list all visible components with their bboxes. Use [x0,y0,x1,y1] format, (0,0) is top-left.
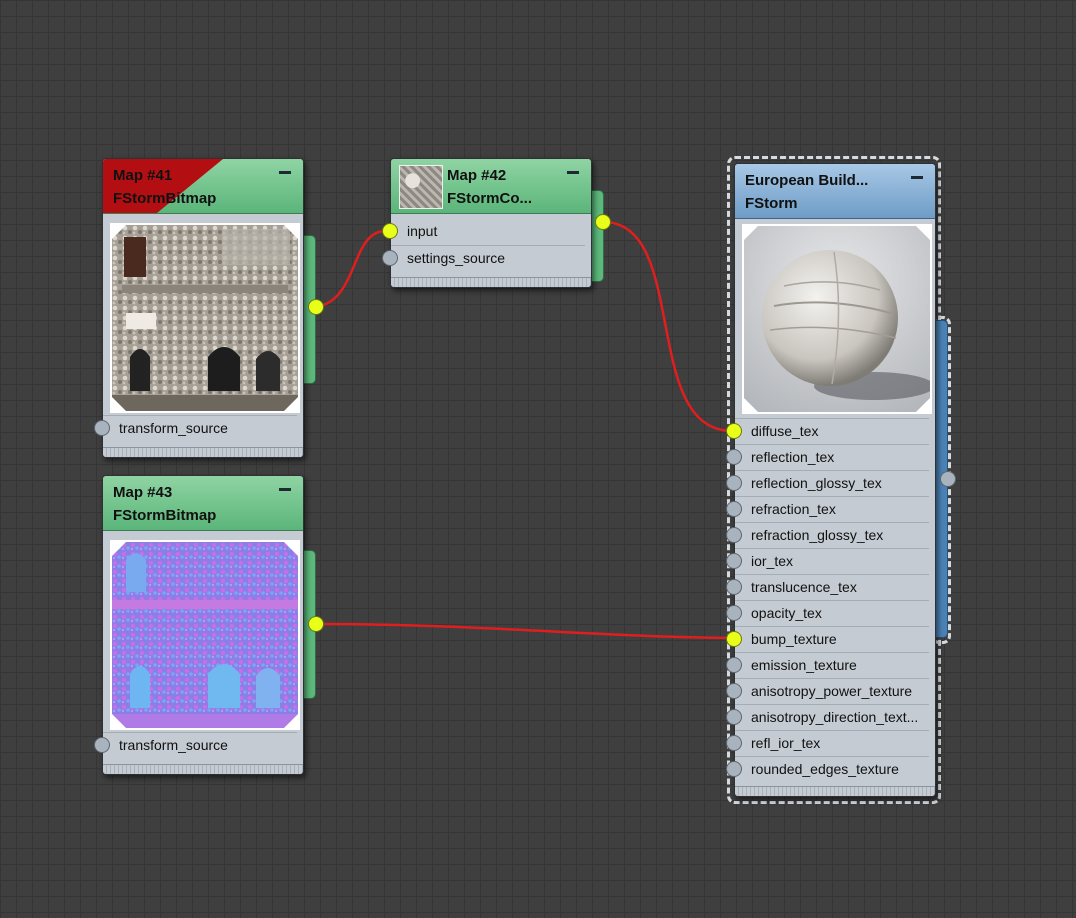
node-material[interactable]: European Build... FStorm diffuse_tex ref… [726,163,936,797]
socket-icon[interactable] [726,735,742,751]
port-label: reflection_tex [751,449,835,465]
minimize-icon[interactable] [279,488,291,491]
socket-icon[interactable] [726,475,742,491]
port-label: refraction_glossy_tex [751,527,884,543]
port-label: emission_texture [751,657,857,673]
port-label: anisotropy_direction_text... [751,709,919,725]
node-map43[interactable]: Map #43 FStormBitmap transform_source [94,475,304,775]
port-label: refl_ior_tex [751,735,821,751]
socket-icon[interactable] [726,527,742,543]
map43-subtitle: FStormBitmap [113,507,217,524]
map42-thumbnail [399,165,443,209]
map43-header[interactable]: Map #43 FStormBitmap [103,476,303,531]
minimize-icon[interactable] [567,171,579,174]
port-label: translucence_tex [751,579,857,595]
socket-icon[interactable] [726,709,742,725]
map41-output-socket-icon[interactable] [308,299,324,315]
socket-icon[interactable] [94,737,110,753]
port-row: anisotropy_power_texture [726,678,929,704]
port-row: input [382,219,585,244]
port-row: reflection_tex [726,444,929,470]
port-label: refraction_tex [751,501,836,517]
socket-icon[interactable] [726,657,742,673]
port-row: emission_texture [726,652,929,678]
socket-icon[interactable] [726,449,742,465]
port-label: rounded_edges_texture [751,761,899,777]
port-label: ior_tex [751,553,794,569]
minimize-icon[interactable] [911,176,923,179]
map41-preview [110,223,300,413]
wire-map41-to-map42[interactable] [315,229,389,309]
map41-title: Map #41 [113,167,173,184]
socket-icon[interactable] [726,423,742,439]
port-row: reflection_glossy_tex [726,470,929,496]
port-label: input [407,223,438,239]
map43-preview [110,540,300,730]
material-header[interactable]: European Build... FStorm [735,164,935,219]
map42-title: Map #42 [447,167,507,184]
port-label: transform_source [119,420,228,436]
map42-output-socket-icon[interactable] [595,214,611,230]
port-row: transform_source [94,415,297,441]
port-label: reflection_glossy_tex [751,475,882,491]
port-row: ior_tex [726,548,929,574]
map41-header[interactable]: Map #41 FStormBitmap [103,159,303,214]
node-map42[interactable]: Map #42 FStormCo... input settings_sourc… [382,158,592,288]
port-label: diffuse_tex [751,423,819,439]
port-label: transform_source [119,737,228,753]
socket-icon[interactable] [726,631,742,647]
port-row: refl_ior_tex [726,730,929,756]
wire-map42-to-diffuse[interactable] [602,220,733,433]
node-footer [103,764,303,774]
node-footer [391,277,591,287]
socket-icon[interactable] [382,223,398,239]
map41-subtitle: FStormBitmap [113,190,217,207]
port-label: anisotropy_power_texture [751,683,913,699]
socket-icon[interactable] [726,501,742,517]
port-row: translucence_tex [726,574,929,600]
material-subtitle: FStorm [745,195,798,212]
port-row: anisotropy_direction_text... [726,704,929,730]
material-title: European Build... [745,172,869,189]
map43-title: Map #43 [113,484,173,501]
port-label: bump_texture [751,631,837,647]
map42-header[interactable]: Map #42 FStormCo... [391,159,591,214]
port-row: bump_texture [726,626,929,652]
port-row: opacity_tex [726,600,929,626]
map43-output-socket-icon[interactable] [308,616,324,632]
map42-subtitle: FStormCo... [447,190,532,207]
material-preview [742,224,932,414]
material-output-socket-icon[interactable] [940,471,956,487]
port-row: rounded_edges_texture [726,756,929,782]
socket-icon[interactable] [382,250,398,266]
port-row: diffuse_tex [726,418,929,444]
socket-icon[interactable] [94,420,110,436]
socket-icon[interactable] [726,605,742,621]
socket-icon[interactable] [726,683,742,699]
socket-icon[interactable] [726,761,742,777]
port-row: refraction_glossy_tex [726,522,929,548]
node-footer [735,786,935,796]
node-map41[interactable]: Map #41 FStormBitmap transform_source [94,158,304,458]
node-footer [103,447,303,457]
wire-map43-to-bump[interactable] [315,622,733,640]
port-row: refraction_tex [726,496,929,522]
minimize-icon[interactable] [279,171,291,174]
port-label: settings_source [407,250,506,266]
socket-icon[interactable] [726,579,742,595]
port-label: opacity_tex [751,605,822,621]
port-row: transform_source [94,732,297,758]
socket-icon[interactable] [726,553,742,569]
port-row: settings_source [382,245,585,271]
